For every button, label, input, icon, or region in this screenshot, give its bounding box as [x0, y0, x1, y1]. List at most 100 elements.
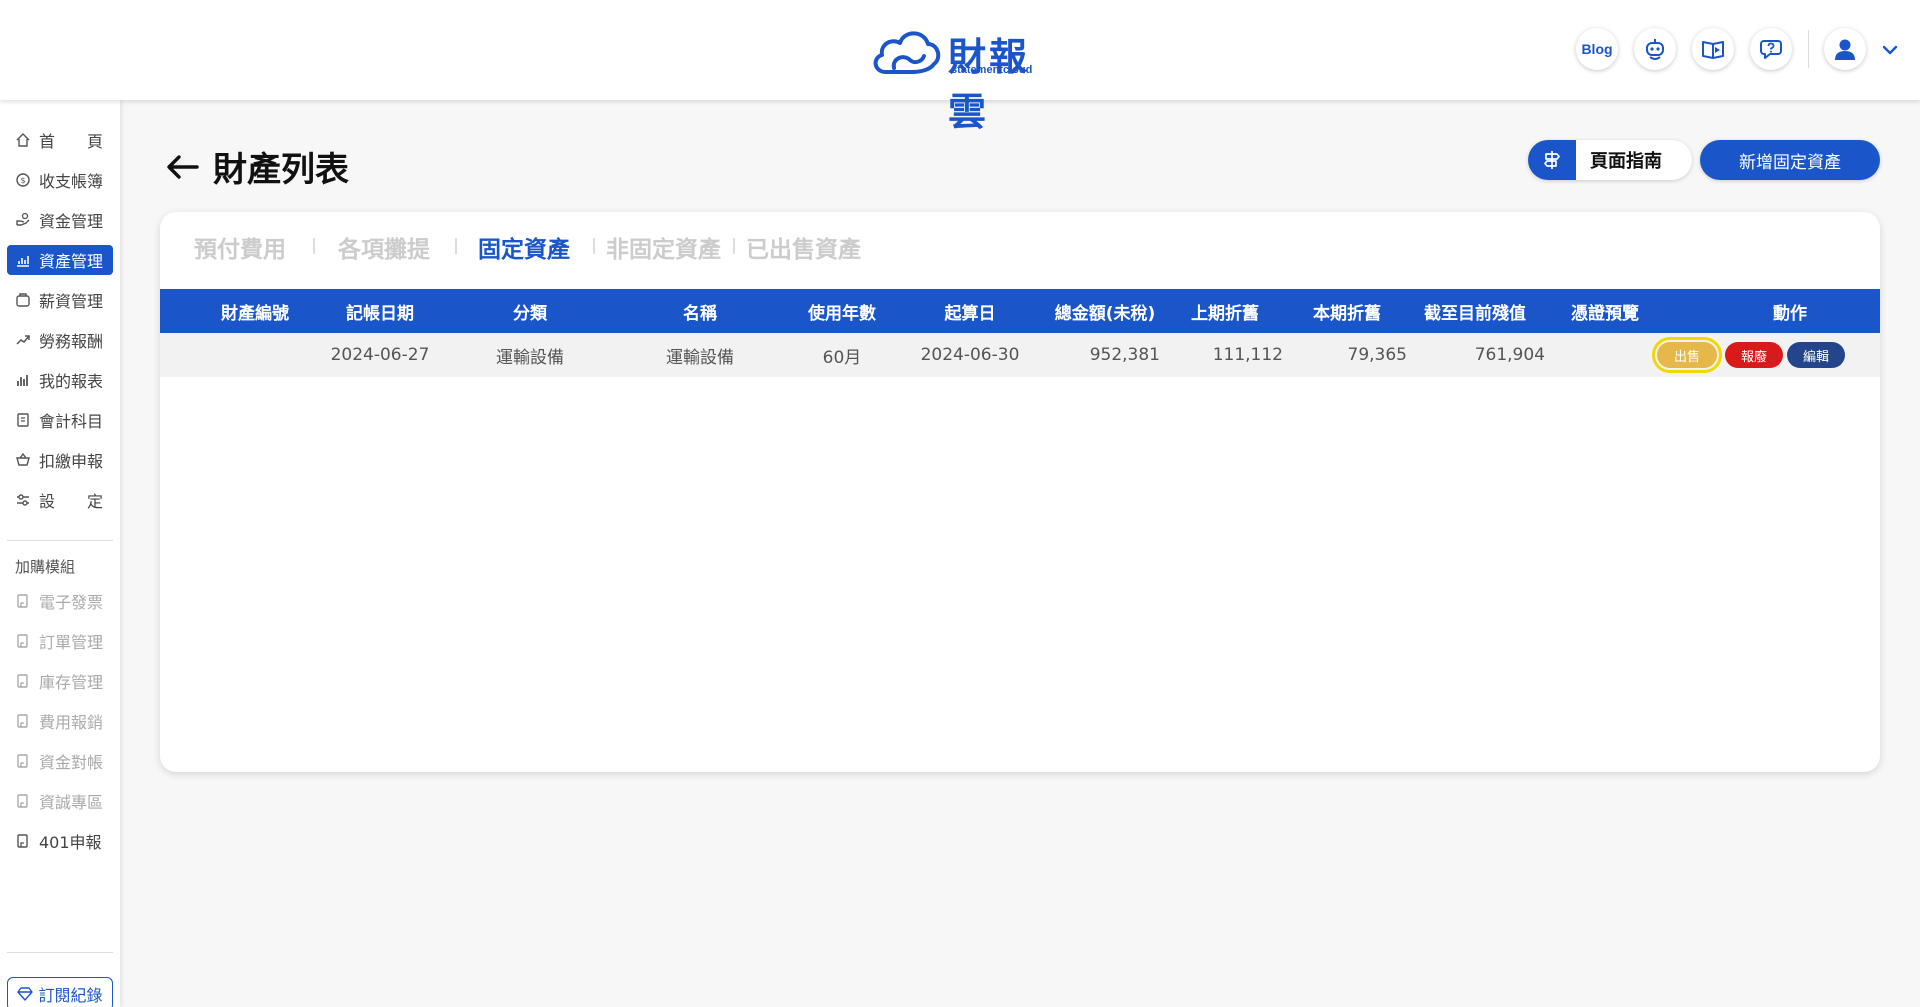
diamond-icon — [17, 987, 34, 1001]
tab-divider — [313, 238, 315, 254]
tutorial-video-button[interactable] — [1692, 28, 1734, 70]
module-icon — [15, 753, 31, 769]
module-icon — [15, 713, 31, 729]
cell-name: 運輸設備 — [666, 347, 734, 368]
logo-text-cn: 財報雲 — [948, 35, 1031, 134]
sidebar-item-pwc-zone[interactable]: 資誠專區 — [7, 786, 113, 816]
sidebar-item-label: 我的報表 — [39, 372, 104, 391]
hand-money-icon — [15, 212, 31, 228]
blog-label: Blog — [1581, 41, 1613, 57]
ledger-icon — [15, 412, 31, 428]
tab-fixed-assets[interactable]: 固定資產 — [478, 230, 570, 264]
statementcloud-logo[interactable]: 財報雲 statementcloud — [870, 22, 1050, 134]
sidebar-item-label: 定 — [86, 492, 103, 511]
sidebar-item-label: 訂單管理 — [39, 633, 104, 652]
module-icon — [15, 593, 31, 609]
sidebar-item-label: 收支帳簿 — [39, 172, 104, 191]
subscription-history-label: 訂閱紀錄 — [38, 986, 103, 1005]
subscription-history-button[interactable]: 訂閱紀錄 — [7, 977, 113, 1007]
column-header: 動作 — [1773, 303, 1807, 324]
sidebar-item-label: 費用報銷 — [39, 713, 104, 732]
basket-icon — [15, 452, 31, 468]
video-book-icon — [1702, 41, 1724, 59]
sliders-icon — [15, 492, 31, 508]
sidebar-item-orders[interactable]: 訂單管理 — [7, 626, 113, 656]
bar-chart-icon — [15, 372, 31, 388]
home-icon — [15, 132, 31, 148]
sidebar-item-label: 資誠專區 — [39, 793, 104, 812]
sidebar-item-label: 扣繳申報 — [39, 452, 104, 471]
chevron-down-icon[interactable] — [1880, 40, 1900, 60]
edit-button[interactable]: 編輯 — [1787, 342, 1845, 368]
sidebar-item-ledger[interactable]: $ 收支帳簿 — [7, 165, 113, 195]
blog-button[interactable]: Blog — [1576, 28, 1618, 70]
module-icon — [15, 633, 31, 649]
column-header: 上期折舊 — [1191, 303, 1259, 324]
user-avatar-button[interactable] — [1824, 28, 1866, 70]
sidebar-item-inventory[interactable]: 庫存管理 — [7, 666, 113, 696]
tab-non-fixed-assets[interactable]: 非固定資產 — [606, 230, 721, 264]
sidebar-item-home[interactable]: 首頁 — [7, 125, 113, 155]
sidebar-item-withholding[interactable]: 扣繳申報 — [7, 445, 113, 475]
svg-text:$: $ — [20, 176, 25, 185]
add-fixed-asset-button[interactable]: 新增固定資產 — [1700, 140, 1880, 180]
asset-tabs: 預付費用 各項攤提 固定資產 非固定資產 已出售資產 — [160, 212, 1880, 288]
column-header: 記帳日期 — [346, 303, 414, 324]
tab-sold-assets[interactable]: 已出售資產 — [746, 230, 861, 264]
sidebar-item-accounts[interactable]: 會計科目 — [7, 405, 113, 435]
sidebar-item-label: 電子發票 — [39, 593, 104, 612]
sidebar-item-label: 資產管理 — [39, 252, 104, 271]
cell-entry-date: 2024-06-27 — [330, 345, 430, 365]
sidebar-item-einvoice[interactable]: 電子發票 — [7, 586, 113, 616]
tab-amortization[interactable]: 各項攤提 — [338, 230, 430, 264]
coin-icon: $ — [15, 172, 31, 188]
cell-voucher-preview — [1540, 333, 1670, 377]
help-button[interactable] — [1750, 28, 1792, 70]
page-title-text: 財產列表 — [213, 150, 349, 190]
signpost-icon — [1528, 140, 1576, 180]
module-icon — [15, 793, 31, 809]
sidebar-item-reconciliation[interactable]: 資金對帳 — [7, 746, 113, 776]
scrap-button[interactable]: 報廢 — [1725, 342, 1783, 368]
cell-years: 60月 — [822, 347, 862, 368]
ai-assistant-button[interactable] — [1634, 28, 1676, 70]
tab-prepaid[interactable]: 預付費用 — [194, 230, 286, 264]
page-guide-button[interactable]: 頁面指南 — [1528, 140, 1692, 180]
back-arrow-icon[interactable] — [165, 154, 201, 180]
column-header: 憑證預覽 — [1571, 303, 1639, 324]
header-divider — [1808, 30, 1809, 68]
sidebar-item-settings[interactable]: 設定 — [7, 485, 113, 515]
cell-category: 運輸設備 — [496, 347, 564, 368]
cell-residual-value: 761,904 — [1474, 345, 1545, 365]
cell-asset-no — [190, 333, 320, 377]
logo-text-en: statementcloud — [951, 64, 1033, 76]
column-header: 名稱 — [683, 303, 717, 324]
sidebar-item-labor-pay[interactable]: 勞務報酬 — [7, 325, 113, 355]
tab-divider — [733, 238, 735, 254]
row-actions: 出售 報廢 編輯 — [1652, 333, 1845, 377]
table-row[interactable]: 2024-06-27 運輸設備 運輸設備 60月 2024-06-30 952,… — [160, 333, 1880, 377]
sidebar-item-label: 資金對帳 — [39, 753, 104, 772]
sidebar-item-expenses[interactable]: 費用報銷 — [7, 706, 113, 736]
sell-button[interactable]: 出售 — [1652, 337, 1722, 373]
cell-total: 952,381 — [1089, 345, 1160, 365]
column-header: 使用年數 — [808, 303, 876, 324]
tab-divider — [455, 238, 457, 254]
cell-prev-depreciation: 111,112 — [1212, 345, 1283, 365]
sidebar-item-401-filing[interactable]: 401申報 — [7, 826, 113, 856]
sidebar-item-funds[interactable]: 資金管理 — [7, 205, 113, 235]
page-title: 財產列表 — [165, 142, 349, 191]
sidebar-item-label: 庫存管理 — [39, 673, 104, 692]
sidebar-item-label: 401申報 — [39, 833, 102, 852]
sidebar: 首頁 $ 收支帳簿 資金管理 資產管理 薪資管理 勞務報酬 我的報表 會計科目 … — [0, 100, 120, 1007]
top-header: 財報雲 statementcloud Blog — [0, 0, 1920, 134]
sidebar-item-reports[interactable]: 我的報表 — [7, 365, 113, 395]
addon-section-title: 加購模組 — [15, 558, 76, 576]
module-icon — [15, 673, 31, 689]
table-header: 財產編號 記帳日期 分類 名稱 使用年數 起算日 總金額(未稅) 上期折舊 本期… — [160, 289, 1880, 333]
column-header: 分類 — [513, 303, 547, 324]
sidebar-item-assets[interactable]: 資產管理 — [7, 245, 113, 275]
sidebar-item-payroll[interactable]: 薪資管理 — [7, 285, 113, 315]
sidebar-divider — [7, 540, 113, 541]
sidebar-item-label: 首 — [39, 132, 56, 151]
